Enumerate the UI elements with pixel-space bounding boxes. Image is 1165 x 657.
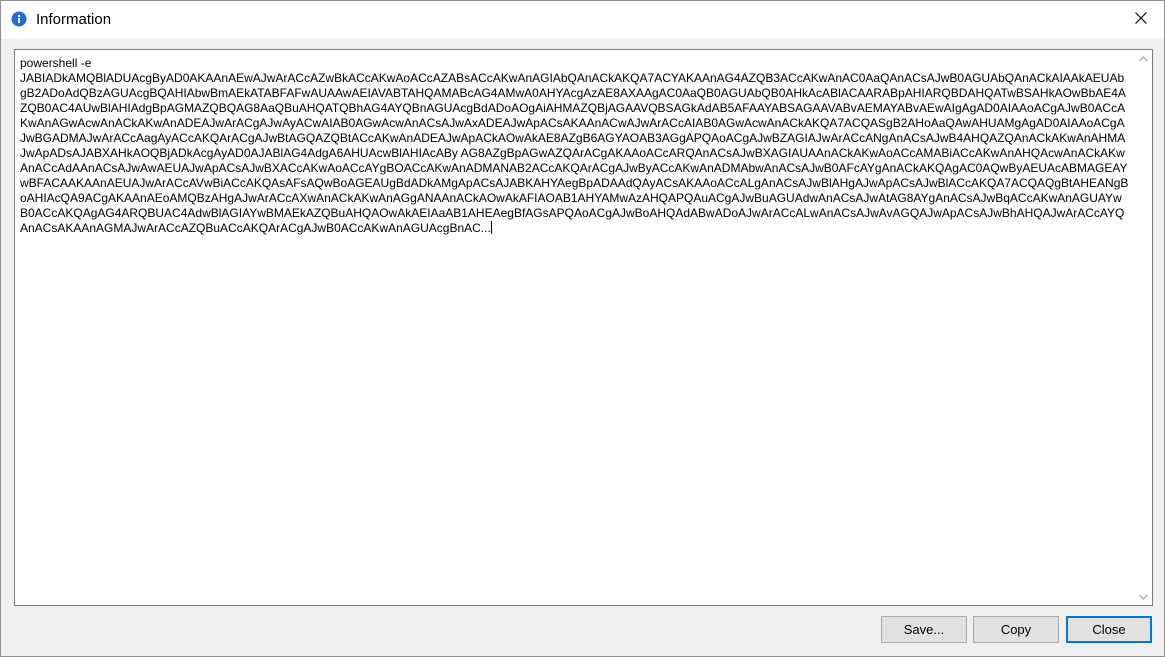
command-text-value: powershell -e JABIADkAMQBlADUAcgByAD0AKA…	[20, 56, 1129, 235]
window-title: Information	[36, 11, 112, 28]
close-button[interactable]: Close	[1066, 616, 1152, 643]
command-text[interactable]: powershell -e JABIADkAMQBlADUAcgByAD0AKA…	[20, 56, 1129, 602]
arrow-down-icon[interactable]	[1135, 588, 1152, 605]
vertical-scrollbar[interactable]	[1135, 50, 1152, 605]
arrow-up-icon[interactable]	[1135, 50, 1152, 67]
information-dialog: Information powershell -e JABIADkAMQBlAD…	[0, 0, 1165, 657]
close-window-button[interactable]	[1118, 1, 1164, 39]
info-icon	[11, 11, 27, 27]
copy-button[interactable]: Copy	[973, 616, 1059, 643]
information-textbox[interactable]: powershell -e JABIADkAMQBlADUAcgByAD0AKA…	[14, 49, 1153, 606]
text-caret	[490, 221, 492, 234]
close-icon	[1135, 11, 1147, 29]
save-button[interactable]: Save...	[881, 616, 967, 643]
title-bar: Information	[1, 1, 1164, 39]
